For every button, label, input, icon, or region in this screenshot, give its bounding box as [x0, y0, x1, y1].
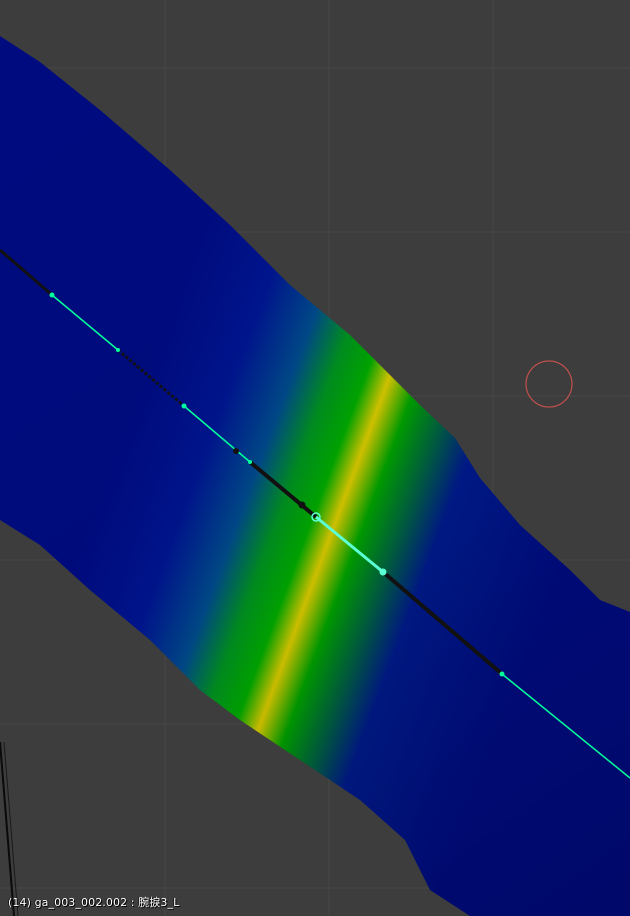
- bone-joint[interactable]: [49, 292, 55, 298]
- viewport-status-text: (14) ga_003_002.002 : 腕捩3_L: [8, 896, 180, 909]
- weight-paint-mesh[interactable]: [0, 36, 630, 916]
- object-edge: [0, 741, 19, 916]
- viewport-scene[interactable]: [0, 0, 630, 916]
- bone-joint[interactable]: [233, 448, 239, 454]
- 3d-cursor-icon[interactable]: [525, 360, 573, 408]
- bone-joint[interactable]: [499, 671, 505, 677]
- bone-joint[interactable]: [248, 460, 252, 464]
- bone-joint[interactable]: [181, 403, 187, 409]
- bone-joint[interactable]: [116, 348, 120, 352]
- bone-joint-active-tail[interactable]: [379, 568, 387, 576]
- 3d-viewport[interactable]: (14) ga_003_002.002 : 腕捩3_L: [0, 0, 630, 916]
- bone-joint[interactable]: [298, 501, 306, 509]
